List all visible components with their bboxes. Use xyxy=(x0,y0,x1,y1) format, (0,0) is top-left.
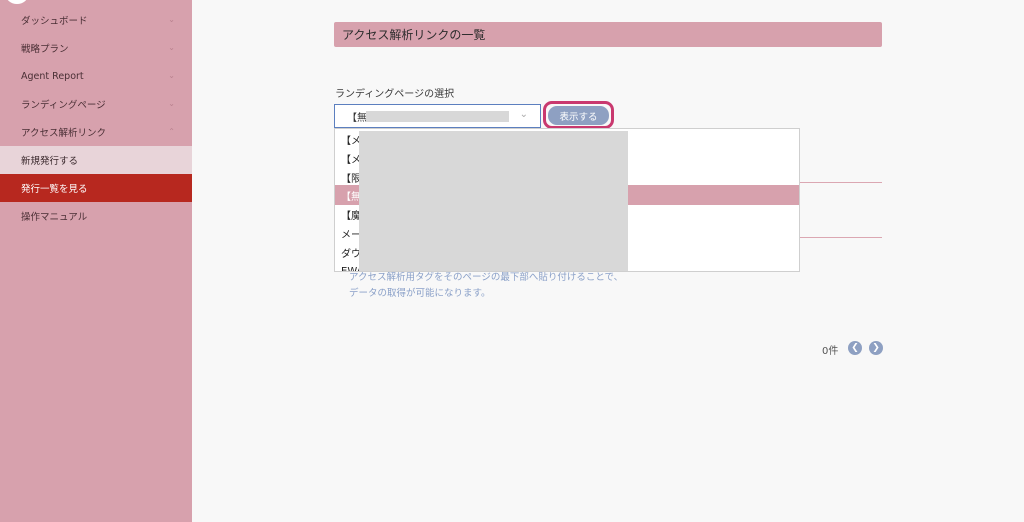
sidebar-subitem-new-issue[interactable]: 新規発行する xyxy=(0,146,192,174)
sidebar-subitem-issued-list[interactable]: 発行一覧を見る xyxy=(0,174,192,202)
sidebar-item-manual[interactable]: 操作マニュアル xyxy=(0,202,192,230)
show-button[interactable]: 表示する xyxy=(548,106,609,125)
sidebar-item-label: 発行一覧を見る xyxy=(21,184,88,195)
sidebar-item-landing-page[interactable]: ランディングページ ⌄ xyxy=(0,90,192,118)
sidebar-item-label: ランディングページ xyxy=(21,100,106,111)
sidebar-item-dashboard[interactable]: ダッシュボード ⌄ xyxy=(0,6,192,34)
page-title: アクセス解析リンクの一覧 xyxy=(334,22,882,47)
sidebar-item-label: Agent Report xyxy=(21,70,84,82)
redacted-block xyxy=(366,111,509,122)
redacted-block xyxy=(359,131,628,271)
prev-page-button[interactable]: ❮ xyxy=(848,341,862,355)
sidebar: ダッシュボード ⌄ 戦略プラン ⌄ Agent Report ⌄ ランディングペ… xyxy=(0,0,192,522)
landing-page-dropdown-list: 【メ 【メ 【限 【無 【魔 メー ダウ EWA xyxy=(334,128,800,272)
sidebar-item-label: 操作マニュアル xyxy=(21,212,88,223)
sidebar-item-label: アクセス解析リンク xyxy=(21,128,107,139)
help-text-line-2: データの取得が可能になります。 xyxy=(349,288,491,299)
chevron-down-icon: ⌄ xyxy=(168,43,175,52)
chevron-down-icon: ⌄ xyxy=(168,15,175,24)
arrow-left-icon: ❮ xyxy=(851,343,859,353)
show-button-label: 表示する xyxy=(559,111,598,123)
result-count: 0件 xyxy=(822,346,839,357)
next-page-button[interactable]: ❯ xyxy=(869,341,883,355)
sidebar-item-label: 戦略プラン xyxy=(21,44,69,55)
page-title-text: アクセス解析リンクの一覧 xyxy=(342,28,486,42)
sidebar-item-strategy-plan[interactable]: 戦略プラン ⌄ xyxy=(0,34,192,62)
landing-page-select[interactable]: 【無料 ⌄ xyxy=(334,104,541,128)
logo-icon xyxy=(6,0,28,4)
sidebar-item-label: 新規発行する xyxy=(21,156,79,167)
sidebar-item-label: ダッシュボード xyxy=(21,16,88,27)
sidebar-item-access-analysis[interactable]: アクセス解析リンク ⌃ xyxy=(0,118,192,146)
chevron-down-icon: ⌄ xyxy=(168,99,175,108)
arrow-right-icon: ❯ xyxy=(872,343,880,353)
sidebar-item-agent-report[interactable]: Agent Report ⌄ xyxy=(0,62,192,90)
landing-page-select-label: ランディングページの選択 xyxy=(335,89,455,100)
main-content: アクセス解析リンクの一覧 ランディングページの選択 【無料 ⌄ 表示する アクセ… xyxy=(192,0,1024,522)
chevron-up-icon: ⌃ xyxy=(168,127,175,136)
chevron-down-icon: ⌄ xyxy=(168,71,175,80)
chevron-down-icon: ⌄ xyxy=(519,109,528,120)
